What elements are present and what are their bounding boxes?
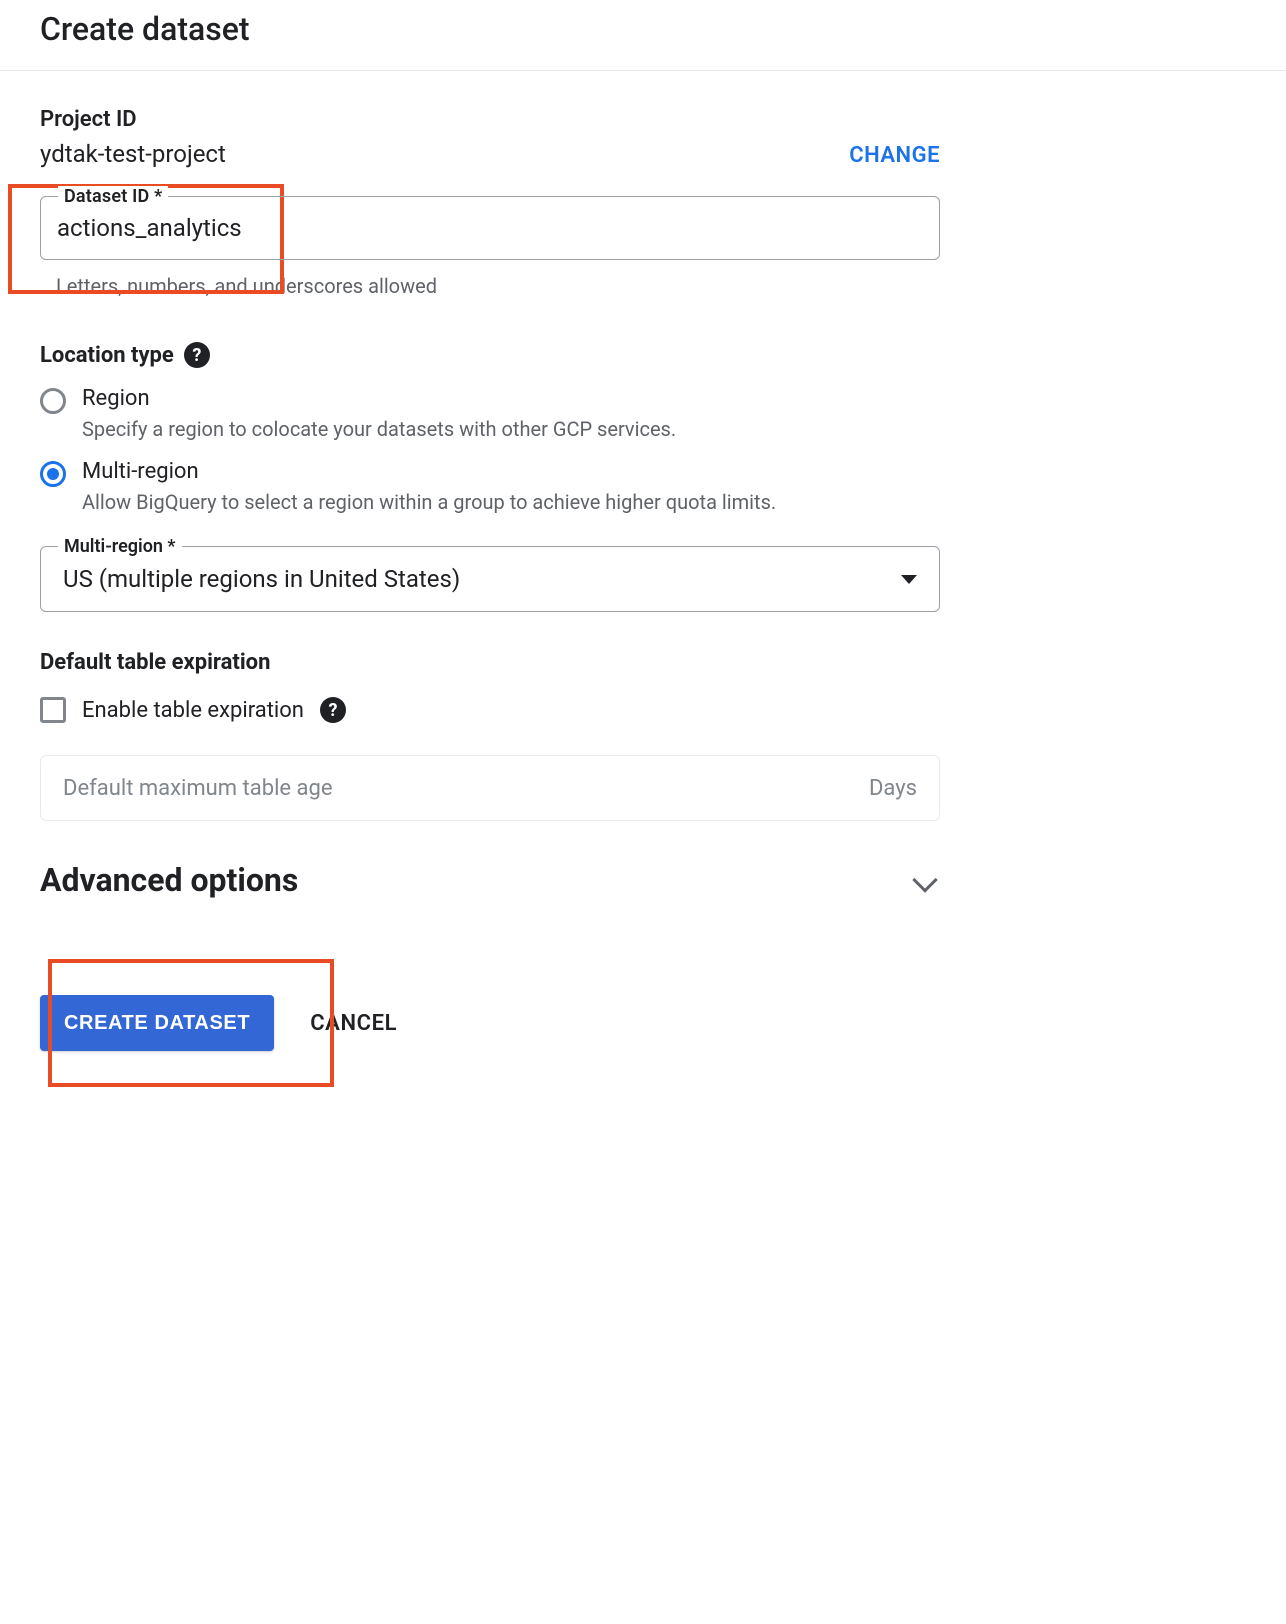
chevron-down-icon — [912, 867, 937, 892]
help-icon[interactable]: ? — [184, 342, 210, 368]
max-table-age-suffix: Days — [869, 776, 917, 801]
location-type-heading: Location type ? — [40, 342, 940, 368]
radio-multi-desc: Allow BigQuery to select a region within… — [82, 490, 776, 514]
multi-region-select[interactable]: Multi-region * US (multiple regions in U… — [40, 546, 940, 612]
radio-multi-region[interactable]: Multi-region Allow BigQuery to select a … — [40, 459, 940, 514]
radio-icon — [40, 461, 66, 487]
create-dataset-button[interactable]: CREATE DATASET — [40, 995, 274, 1051]
chevron-down-icon — [901, 575, 917, 584]
project-row: Project ID ydtak-test-project CHANGE — [40, 107, 940, 168]
max-table-age-placeholder: Default maximum table age — [63, 776, 333, 801]
enable-expiration-checkbox[interactable]: Enable table expiration ? — [40, 697, 940, 723]
radio-icon — [40, 388, 66, 414]
dataset-id-value: actions_analytics — [57, 214, 242, 242]
table-expiration-label: Default table expiration — [40, 650, 270, 675]
page-title: Create dataset — [40, 10, 1246, 48]
enable-expiration-label: Enable table expiration — [82, 698, 304, 723]
radio-region-desc: Specify a region to colocate your datase… — [82, 417, 676, 441]
radio-multi-title: Multi-region — [82, 459, 776, 484]
cancel-button[interactable]: CANCEL — [310, 1011, 397, 1036]
help-icon[interactable]: ? — [320, 697, 346, 723]
table-expiration-heading: Default table expiration — [40, 650, 940, 675]
dataset-id-helper: Letters, numbers, and underscores allowe… — [56, 274, 940, 298]
action-row: CREATE DATASET CANCEL — [40, 995, 940, 1051]
change-project-link[interactable]: CHANGE — [849, 143, 940, 168]
multi-region-select-value: US (multiple regions in United States) — [63, 565, 460, 593]
multi-region-select-label: Multi-region * — [58, 536, 182, 557]
dataset-id-field[interactable]: Dataset ID * actions_analytics — [40, 196, 940, 260]
max-table-age-field: Default maximum table age Days — [40, 755, 940, 821]
advanced-options-toggle[interactable]: Advanced options — [40, 861, 940, 899]
radio-region-title: Region — [82, 386, 676, 411]
checkbox-icon — [40, 697, 66, 723]
dataset-id-label: Dataset ID * — [58, 186, 168, 207]
radio-region[interactable]: Region Specify a region to colocate your… — [40, 386, 940, 441]
page-header: Create dataset — [0, 0, 1286, 71]
project-id-label: Project ID — [40, 107, 226, 132]
location-type-label: Location type — [40, 343, 174, 368]
advanced-options-title: Advanced options — [40, 861, 298, 899]
project-id-value: ydtak-test-project — [40, 140, 226, 168]
